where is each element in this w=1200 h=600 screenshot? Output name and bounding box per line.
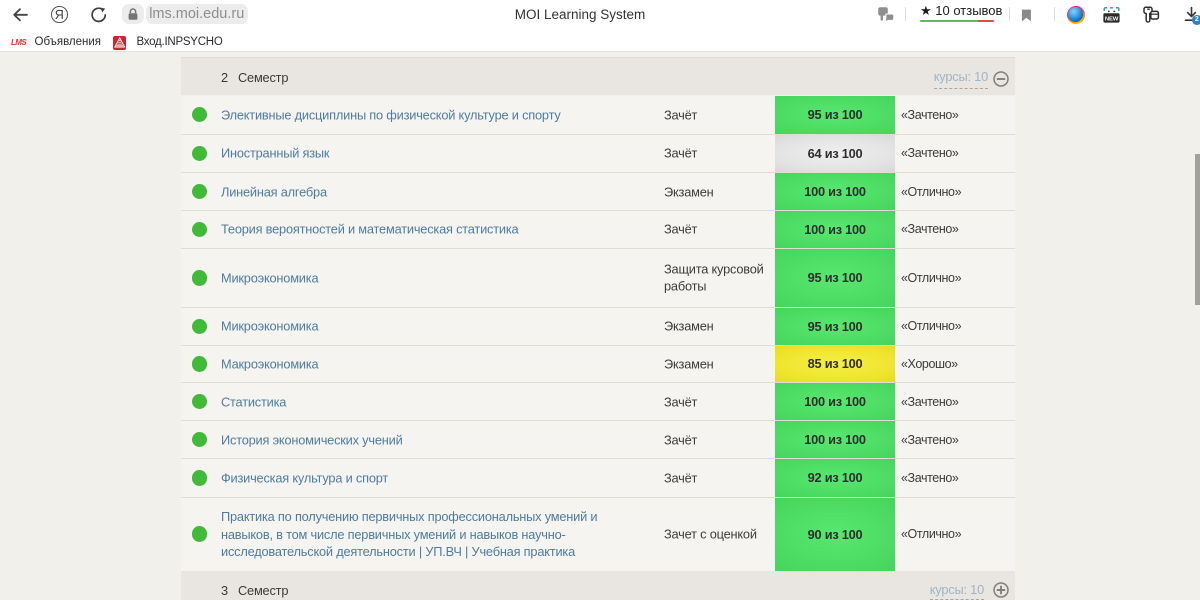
- svg-text:NEW: NEW: [1105, 16, 1119, 22]
